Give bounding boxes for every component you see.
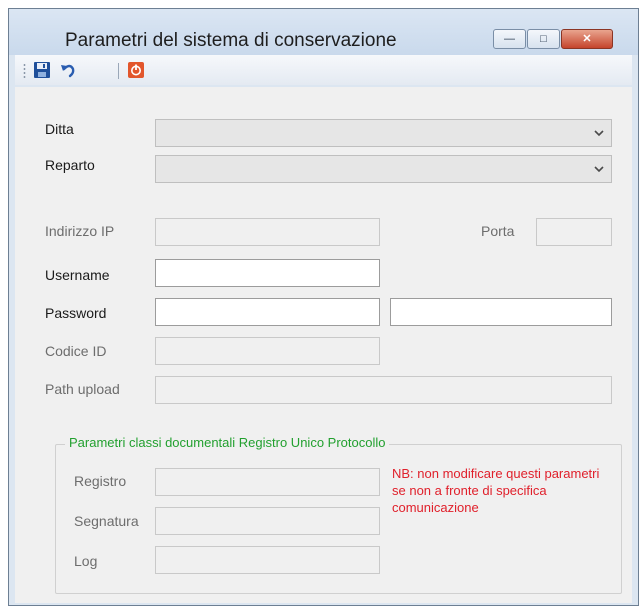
segnatura-input (155, 507, 380, 535)
log-label: Log (74, 553, 98, 569)
registro-input (155, 468, 380, 496)
form-area: Ditta Reparto Indirizzo IP Porta Usernam… (15, 87, 632, 603)
codice-id-label: Codice ID (45, 343, 107, 359)
ip-input (155, 218, 380, 246)
undo-button[interactable] (59, 61, 77, 79)
log-input (155, 546, 380, 574)
ditta-select[interactable] (155, 119, 612, 147)
reparto-label: Reparto (45, 157, 95, 173)
segnatura-label: Segnatura (74, 513, 139, 529)
close-button[interactable]: ✕ (561, 29, 613, 49)
porta-label: Porta (481, 223, 515, 239)
path-upload-input (155, 376, 612, 404)
floppy-disk-icon (34, 62, 50, 78)
undo-arrow-icon (61, 64, 75, 78)
password-confirm-input[interactable] (390, 298, 612, 326)
ditta-label: Ditta (45, 121, 74, 137)
power-icon (128, 62, 144, 78)
password-label: Password (45, 305, 107, 321)
maximize-button[interactable]: □ (527, 29, 560, 49)
registro-label: Registro (74, 473, 127, 489)
maximize-icon: □ (540, 33, 547, 45)
chevron-down-icon (594, 166, 604, 173)
codice-id-input (155, 337, 380, 365)
dialog-window: Parametri del sistema di conservazione —… (8, 8, 639, 606)
porta-input (536, 218, 612, 246)
warning-note: NB: non modificare questi parametri se n… (392, 466, 600, 515)
exit-button[interactable] (127, 61, 145, 79)
username-input[interactable] (155, 259, 380, 287)
toolbar (15, 55, 632, 85)
group-title: Parametri classi documentali Registro Un… (65, 435, 390, 450)
username-label: Username (45, 267, 110, 283)
toolbar-grip[interactable] (23, 63, 26, 79)
path-upload-label: Path upload (45, 381, 120, 397)
toolbar-separator (118, 63, 119, 79)
minimize-icon: — (504, 33, 515, 45)
password-input[interactable] (155, 298, 380, 326)
close-icon: ✕ (582, 33, 592, 45)
save-button[interactable] (33, 61, 51, 79)
minimize-button[interactable]: — (493, 29, 526, 49)
ip-label: Indirizzo IP (45, 223, 115, 239)
title-bar[interactable]: Parametri del sistema di conservazione —… (9, 9, 638, 55)
reparto-select[interactable] (155, 155, 612, 183)
chevron-down-icon (594, 130, 604, 137)
window-title: Parametri del sistema di conservazione (65, 30, 397, 51)
